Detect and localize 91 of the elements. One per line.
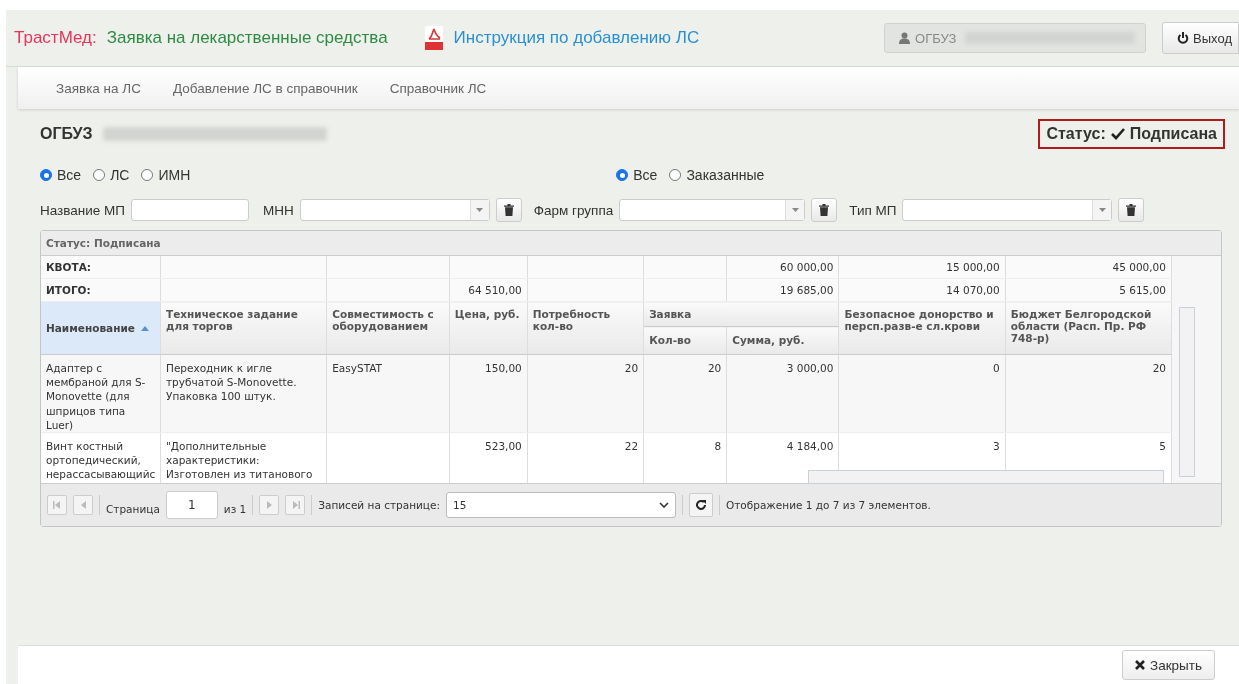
table-cell: 3 (993, 439, 1000, 452)
check-icon (1110, 128, 1125, 140)
nav-link[interactable]: Добавление ЛС в справочник (172, 80, 358, 96)
column-header[interactable]: Безопасное донорство и персп.разв-е сл.крови (839, 302, 1005, 354)
radio-option[interactable]: Все (40, 167, 82, 183)
last-page-icon (290, 499, 300, 510)
summary-label: КВОТА: (41, 256, 161, 279)
column-header[interactable]: Наименование (41, 302, 160, 354)
refresh-button[interactable] (689, 492, 713, 517)
clear-button[interactable] (1118, 198, 1145, 222)
combo-field[interactable] (902, 199, 1113, 221)
pager-button[interactable] (285, 494, 306, 515)
table-cell: Винт костный ортопедический, нерассасывающийс (46, 439, 156, 481)
column-group-header: Заявка (649, 308, 692, 320)
column-header[interactable]: Цена, руб. (449, 302, 527, 354)
logout-button[interactable]: Выход (1162, 22, 1239, 54)
field-label: МНН (263, 202, 294, 218)
summary-cell: 60 000,00 (726, 256, 839, 279)
table-cell: 150,00 (485, 362, 522, 374)
next-page-icon (264, 499, 274, 510)
status-badge: Статус: Подписана (1038, 119, 1225, 149)
horizontal-scrollbar[interactable] (808, 470, 1164, 484)
column-header[interactable]: Техническое задание для торгов (161, 302, 326, 354)
display-summary: Отображение 1 до 7 из 7 элементов. (726, 498, 931, 511)
table-cell: Переходник к игле трубчатой S-Monovette. Упаковка 100 штук. (166, 362, 297, 403)
radio-option[interactable]: Все (616, 167, 658, 183)
page-size-label: Записей на странице: (318, 498, 440, 511)
column-header[interactable]: Потребность кол-во (527, 302, 643, 354)
close-button[interactable]: Закрыть (1122, 650, 1215, 680)
user-icon (899, 32, 911, 44)
table-cell: 20 (707, 362, 722, 374)
radio-option[interactable]: Заказанные (669, 167, 765, 183)
table-cell: 5 (1159, 439, 1166, 452)
clear-button[interactable] (811, 198, 838, 222)
trash-icon (503, 204, 514, 216)
table-cell: 3 000,00 (786, 362, 834, 374)
table-cell: Адаптер с мембраной для S-Monovette (для шприцов типа Luer) (46, 362, 146, 431)
table-cell: 523,00 (485, 439, 522, 452)
combo-field[interactable] (619, 199, 806, 221)
table-cell: "Дополнительные характеристики: Изготовлен из титанового (166, 439, 313, 481)
chevron-icon (659, 501, 669, 508)
radio-option[interactable]: ИМН (141, 167, 191, 183)
summary-label: ИТОГО: (41, 278, 161, 302)
page-label: Страница (106, 502, 160, 515)
app-title: Заявка на лекарственные средства (106, 28, 388, 48)
pdf-icon (423, 26, 444, 50)
table-cell: 20 (624, 362, 639, 374)
text-field[interactable] (131, 199, 250, 221)
column-header[interactable]: Кол-во (644, 327, 726, 354)
table-cell: 4 184,00 (786, 439, 834, 452)
pager-button[interactable] (73, 494, 93, 515)
refresh-icon (695, 498, 707, 511)
trash-icon (1126, 204, 1137, 216)
table-cell: 22 (624, 439, 639, 452)
column-header[interactable]: Бюджет Белгородской области (Расп. Пр. РФ 748-р) (1005, 302, 1171, 354)
trash-icon (819, 204, 830, 216)
pager-button[interactable] (47, 494, 67, 515)
caret-icon (791, 208, 799, 212)
summary-cell: 5 615,00 (1005, 278, 1172, 302)
field-label: Тип МП (849, 202, 897, 218)
page-size-select[interactable]: 15 (446, 491, 676, 518)
app-brand: ТрастМед: (14, 28, 97, 48)
column-header[interactable]: Совместимость с оборудованием (327, 302, 449, 354)
field-label: Название МП (40, 202, 126, 218)
nav-link[interactable]: Заявка на ЛС (56, 80, 141, 96)
page-count: из 1 (223, 502, 247, 515)
table-cell: EasySTAT (332, 362, 383, 374)
nav-link[interactable]: Справочник ЛС (389, 80, 487, 96)
summary-cell: 14 070,00 (839, 278, 1006, 302)
table-cell: 8 (714, 439, 722, 452)
first-page-icon (52, 499, 62, 510)
field-label: Фарм группа (533, 202, 614, 218)
pager-button[interactable] (259, 494, 280, 515)
caret-icon (476, 208, 484, 212)
caret-icon (1099, 208, 1106, 212)
summary-cell: 19 685,00 (726, 278, 839, 302)
table-cell: 0 (993, 362, 1000, 374)
sort-arrow-icon (140, 325, 149, 331)
summary-cell: 15 000,00 (839, 256, 1006, 279)
combo-field[interactable] (299, 199, 490, 221)
table-cell: 20 (1152, 362, 1166, 374)
column-header[interactable]: Сумма, руб. (727, 327, 838, 354)
clear-button[interactable] (495, 198, 522, 222)
page-field[interactable]: 1 (165, 490, 218, 519)
radio-option[interactable]: ЛС (93, 167, 130, 183)
vertical-scrollbar[interactable] (1179, 307, 1195, 477)
close-icon (1135, 660, 1145, 670)
power-icon (1177, 32, 1190, 44)
grid-title: Статус: Подписана (41, 231, 1221, 256)
summary-cell: 45 000,00 (1005, 256, 1172, 279)
organization-name: ОГБУЗ (40, 125, 93, 143)
